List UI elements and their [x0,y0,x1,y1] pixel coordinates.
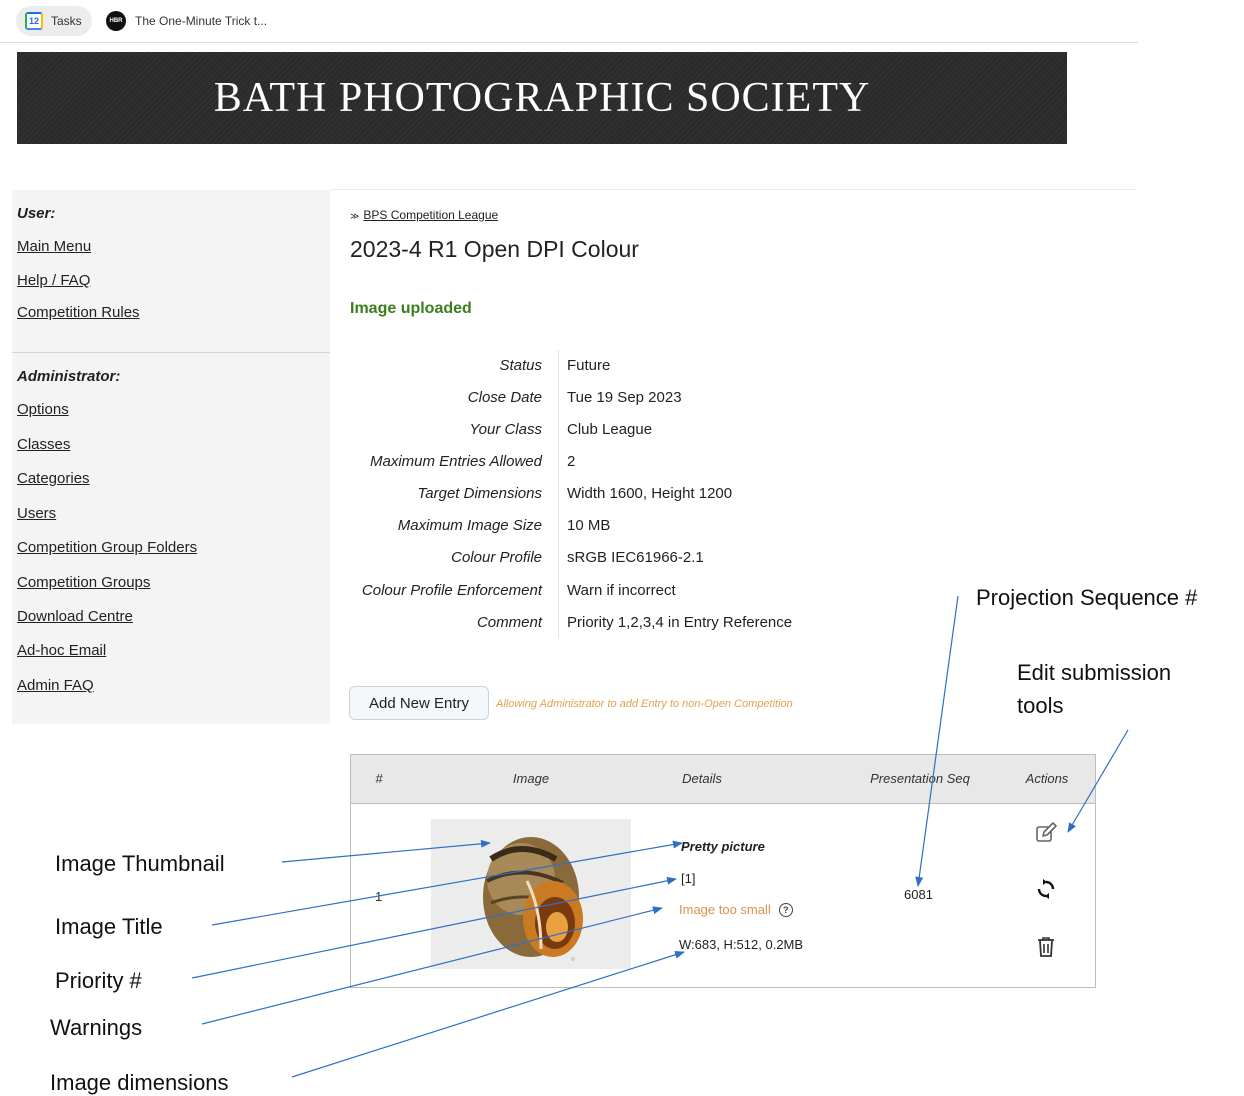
arrow-image-dimensions [291,950,685,1078]
arrow-priority [191,876,677,979]
annotation-arrows [191,595,1129,1078]
arrow-warnings [201,906,663,1025]
arrow-image-thumbnail [281,839,491,863]
arrow-projection-seq [915,595,959,887]
arrow-image-title [211,840,683,926]
arrow-edit-tools [1067,729,1129,833]
